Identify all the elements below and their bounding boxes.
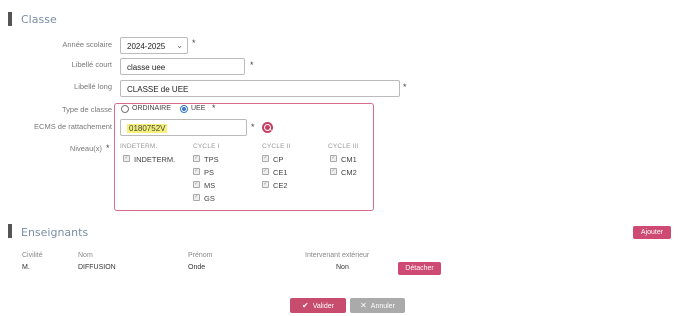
radio-uee[interactable] — [180, 105, 188, 113]
checkbox-label: CM2 — [341, 168, 357, 177]
checkbox-label: MS — [204, 181, 216, 190]
col-head-cycle3: CYCLE III — [328, 143, 359, 150]
annee-label: Année scolaire — [62, 40, 112, 49]
niveaux-label: Niveau(x) — [69, 144, 102, 153]
required-mark: * — [251, 122, 255, 132]
section-marker — [8, 224, 12, 238]
required-mark: * — [212, 103, 216, 113]
cancel-button[interactable]: ✕ Annuler — [350, 298, 405, 313]
checkbox-label: CE2 — [273, 181, 288, 190]
section-title-classe: Classe — [21, 13, 57, 26]
radio-ordinaire[interactable] — [121, 105, 129, 113]
chevron-down-icon: ⌄ — [176, 41, 183, 50]
checkbox-ps[interactable] — [193, 167, 200, 175]
checkbox-label: GS — [204, 194, 215, 203]
ecms-label: ECMS de rattachement — [34, 122, 112, 131]
section-marker — [8, 12, 12, 26]
checkbox-label: CM1 — [341, 155, 357, 164]
checkbox-cm1[interactable] — [330, 154, 337, 162]
annee-select[interactable]: 2024-2025 ⌄ — [120, 37, 188, 54]
cell-nom: DIFFUSION — [78, 264, 116, 271]
libelle-long-input[interactable]: CLASSE de UEE — [120, 80, 400, 97]
libelle-court-label: Libellé court — [71, 60, 112, 69]
col-header-civilite: Civilité — [22, 252, 43, 259]
type-label: Type de classe — [61, 105, 112, 114]
section-title-enseignants: Enseignants — [21, 226, 89, 239]
required-mark: * — [192, 38, 196, 48]
ecms-value: 0180752V — [127, 124, 168, 133]
checkbox-cm2[interactable] — [330, 167, 337, 175]
col-head-cycle2: CYCLE II — [262, 143, 291, 150]
libelle-court-input[interactable]: classe uee — [120, 58, 245, 75]
validate-button[interactable]: ✔ Valider — [290, 298, 346, 313]
detach-button[interactable]: Détacher — [398, 262, 441, 275]
required-mark: * — [250, 60, 254, 70]
checkbox-label: PS — [204, 168, 215, 177]
cancel-label: Annuler — [370, 303, 395, 310]
cell-prenom: Onde — [188, 264, 206, 271]
checkbox-label: INDETERM. — [134, 155, 176, 164]
checkbox-ms[interactable] — [193, 180, 200, 188]
checkbox-tps[interactable] — [193, 154, 200, 162]
checkbox-gs[interactable] — [193, 193, 200, 201]
col-head-indeterm: INDETERM. — [120, 143, 158, 150]
col-head-cycle1: CYCLE I — [193, 143, 220, 150]
validate-label: Valider — [312, 303, 334, 310]
libelle-long-label: Libellé long — [74, 82, 112, 91]
col-header-prenom: Prénom — [188, 252, 213, 259]
annee-value: 2024-2025 — [127, 42, 166, 51]
close-icon: ✕ — [360, 301, 367, 310]
add-teacher-button[interactable]: Ajouter — [633, 226, 671, 239]
required-mark: * — [106, 143, 110, 153]
ecms-input[interactable]: 0180752V — [120, 119, 247, 136]
cell-civilite: M. — [22, 264, 30, 271]
radio-uee-label: UEE — [191, 105, 206, 112]
col-header-nom: Nom — [78, 252, 93, 259]
col-header-exterieur: Intervenant extérieur — [305, 252, 370, 259]
checkbox-cp[interactable] — [262, 154, 269, 162]
search-icon[interactable] — [262, 122, 273, 133]
check-icon: ✔ — [302, 301, 309, 310]
checkbox-ce1[interactable] — [262, 167, 269, 175]
checkbox-label: TPS — [204, 155, 219, 164]
checkbox-ce2[interactable] — [262, 180, 269, 188]
checkbox-label: CP — [273, 155, 284, 164]
checkbox-label: CE1 — [273, 168, 288, 177]
radio-ordinaire-label: ORDINAIRE — [132, 105, 171, 112]
cell-exterieur: Non — [336, 264, 349, 271]
checkbox-indeterm[interactable] — [123, 154, 130, 162]
required-mark: * — [403, 82, 407, 92]
